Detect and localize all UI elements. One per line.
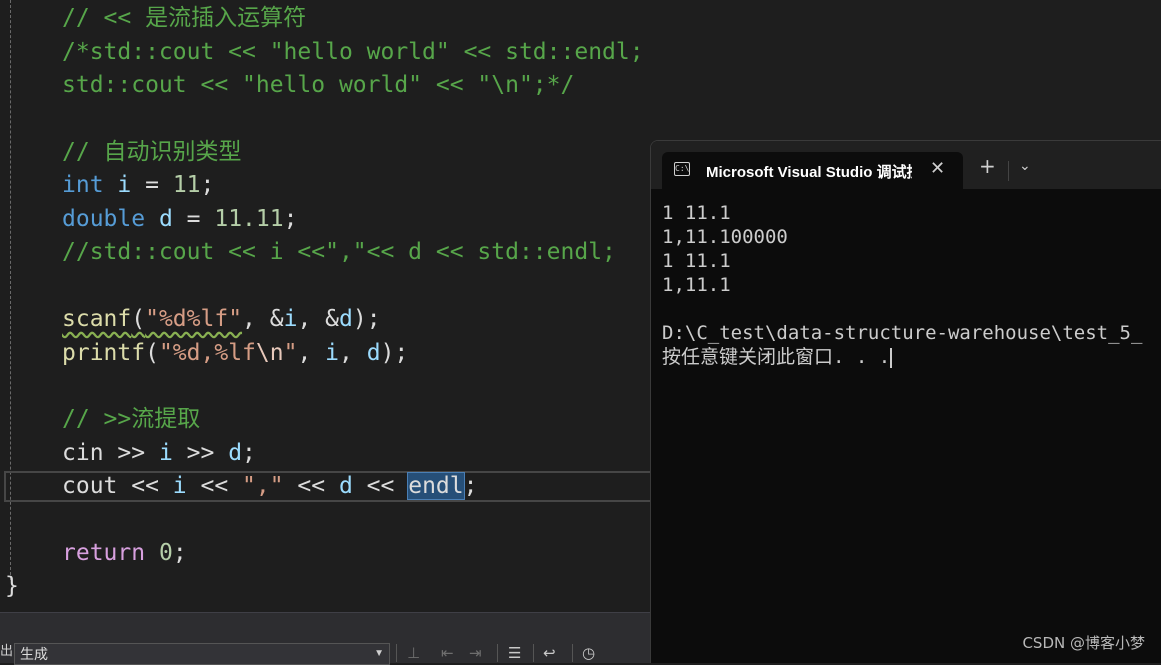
timestamp-icon[interactable]: ◷ [582, 644, 595, 662]
selected-endl[interactable]: endl [407, 472, 465, 500]
variable: d [228, 440, 243, 466]
clear-all-icon[interactable]: ☰ [508, 644, 521, 662]
string-literal: "," [242, 473, 284, 499]
debug-console-window[interactable]: C:\ Microsoft Visual Studio 调试控制台 ✕ + ⌄ … [650, 140, 1161, 663]
warning-squiggle[interactable]: scanf("%d%lf" [62, 306, 242, 332]
code-line-comment[interactable]: // 自动识别类型 [62, 135, 242, 169]
variable: i [117, 172, 132, 198]
number-literal: 0 [158, 540, 173, 566]
function-name: scanf [62, 306, 132, 332]
terminal-line: 1 11.1 [662, 250, 731, 272]
select-value: 生成 [20, 646, 48, 662]
terminal-prompt: 按任意键关闭此窗口. . . [662, 346, 891, 368]
terminal-line: D:\C_test\data-structure-warehouse\test_… [662, 322, 1143, 344]
titlebar-separator [1008, 161, 1009, 181]
code-line-cout[interactable]: cout << i << "," << d << endl; [62, 469, 477, 503]
code-line-comment[interactable]: /*std::cout << "hello world" << std::end… [62, 35, 644, 69]
code-line-printf[interactable]: printf("%d,%lf\n", i, d); [62, 336, 408, 370]
escape-sequence: \n [255, 340, 284, 366]
code-line-scanf[interactable]: scanf("%d%lf", &i, &d); [62, 302, 381, 336]
code-line-return[interactable]: return 0; [62, 536, 187, 570]
variable: i [325, 340, 340, 366]
identifier: cout [62, 473, 118, 499]
keyword: return [62, 540, 146, 566]
toolbar-separator [497, 644, 498, 662]
string-literal: "%d%lf" [145, 306, 243, 332]
terminal-prompt-line: 按任意键关闭此窗口. . . [662, 345, 1142, 369]
variable: i [172, 473, 187, 499]
string-literal: "%d,%lf [158, 340, 256, 366]
variable: d [158, 206, 173, 232]
code-line-comment[interactable]: std::cout << "hello world" << "\n";*/ [62, 68, 574, 102]
variable: i [283, 306, 298, 332]
next-message-icon[interactable]: ⇥ [469, 644, 482, 662]
closing-brace: } [5, 573, 19, 599]
keyword: double [62, 206, 146, 232]
close-icon[interactable]: ✕ [930, 158, 945, 179]
identifier: cin [62, 440, 104, 466]
variable: d [339, 306, 353, 332]
prev-message-icon[interactable]: ⇤ [441, 644, 454, 662]
code-line-double-decl[interactable]: double d = 11.11; [62, 202, 297, 236]
toolbar-separator [396, 644, 397, 662]
word-wrap-icon[interactable]: ↩ [543, 644, 556, 662]
new-tab-plus-icon[interactable]: + [979, 156, 996, 176]
code-line-comment[interactable]: // >>流提取 [62, 402, 200, 436]
watermark: CSDN @博客小梦 [1022, 634, 1145, 652]
goto-location-icon[interactable]: ⊥ [407, 644, 420, 662]
terminal-output: 1 11.1 1,11.100000 1 11.1 1,11.1 D:\C_te… [662, 201, 1142, 369]
keyword: int [62, 172, 104, 198]
code-line-comment[interactable]: //std::cout << i <<","<< d << std::endl; [62, 235, 616, 269]
toolbar-separator [572, 644, 573, 662]
terminal-tab[interactable]: C:\ Microsoft Visual Studio 调试控制台 ✕ [662, 152, 963, 189]
terminal-titlebar: C:\ Microsoft Visual Studio 调试控制台 ✕ + ⌄ [651, 141, 1161, 189]
number-literal: 11.11 [214, 206, 284, 232]
text-cursor [890, 347, 892, 368]
variable: d [338, 473, 353, 499]
function-name: printf [62, 340, 146, 366]
chevron-down-icon[interactable]: ⌄ [1019, 158, 1031, 174]
number-literal: 11 [172, 172, 201, 198]
terminal-line: 1,11.1 [662, 274, 731, 296]
code-line-comment[interactable]: // << 是流插入运算符 [62, 1, 306, 35]
console-icon: C:\ [674, 162, 690, 176]
variable: i [158, 440, 173, 466]
code-line-int-decl[interactable]: int i = 11; [62, 168, 214, 202]
dropdown-arrow-icon: ▼ [374, 648, 384, 659]
toolbar-separator [533, 644, 534, 662]
code-line-cin[interactable]: cin >> i >> d; [62, 436, 256, 470]
terminal-tab-title: Microsoft Visual Studio 调试控制台 [706, 164, 912, 181]
variable: d [366, 340, 381, 366]
terminal-line: 1 11.1 [662, 202, 731, 224]
terminal-line: 1,11.100000 [662, 226, 788, 248]
